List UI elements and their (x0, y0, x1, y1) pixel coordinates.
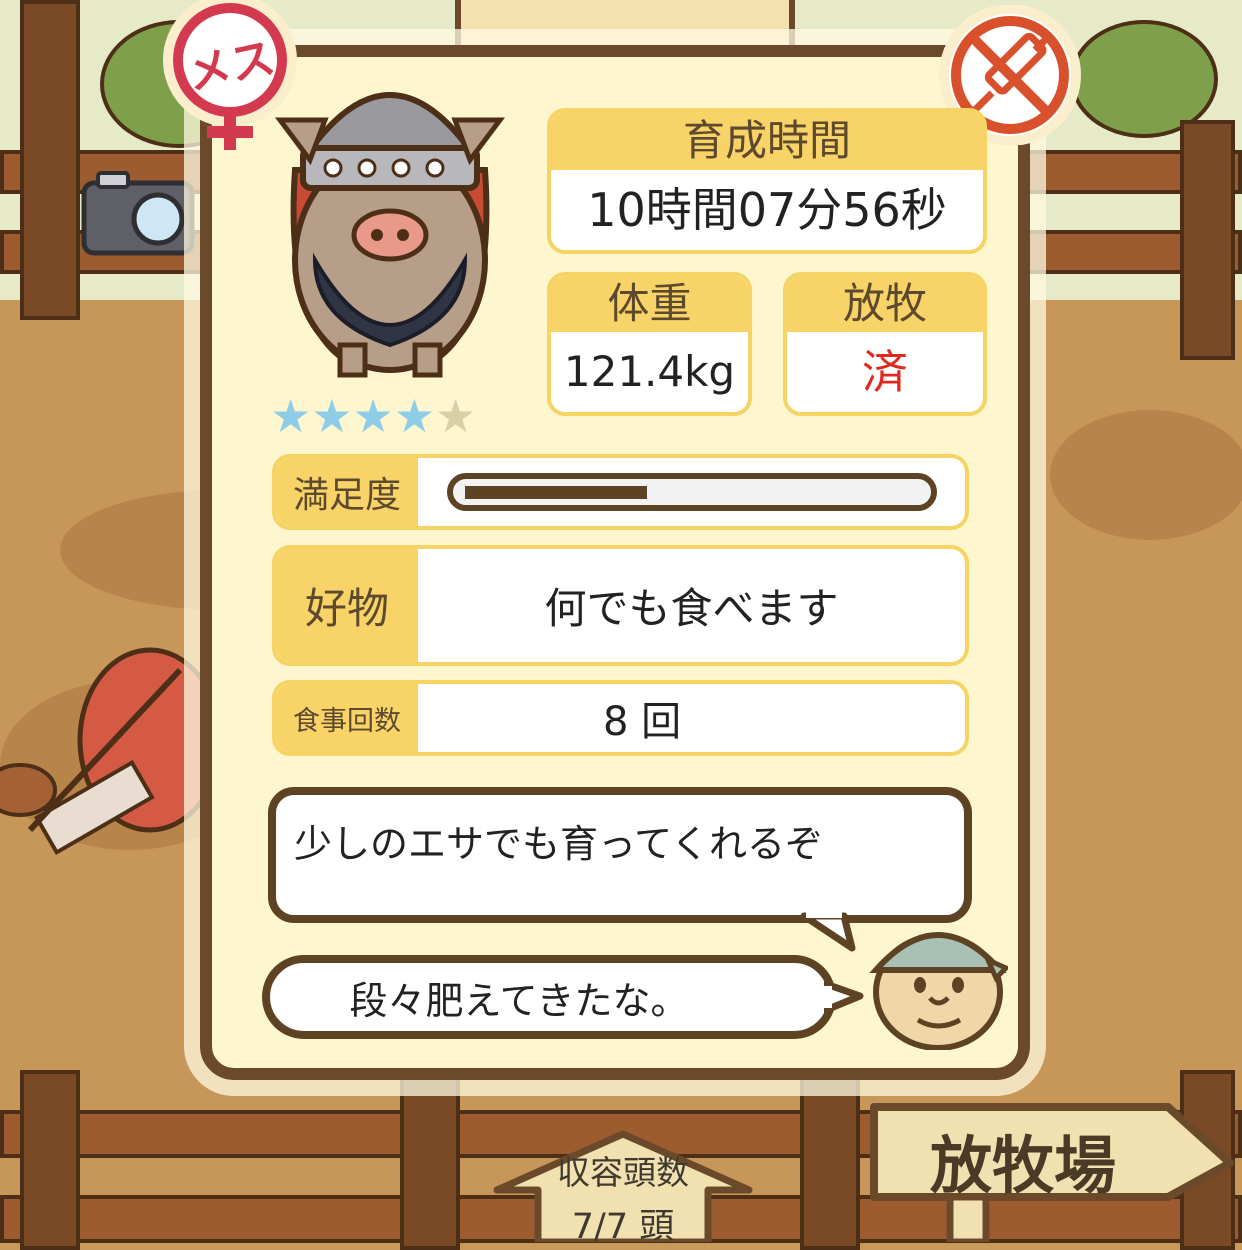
mud-patch (1050, 410, 1242, 540)
meal-count-row: 食事回数 8 回 (272, 680, 969, 756)
fence-post (400, 1070, 460, 1250)
satisfaction-meter (446, 473, 937, 511)
favorite-food-value: 何でも食べます (544, 584, 839, 633)
background-pig (0, 630, 223, 870)
pasture-button[interactable]: 放牧場 (868, 1095, 1242, 1246)
favorite-food-row: 好物 何でも食べます (272, 545, 969, 666)
weight-label: 体重 (551, 276, 748, 332)
fence-post (20, 1070, 80, 1250)
capacity-label: 収容頭数 (557, 1153, 689, 1192)
grazing-status-value: 済 (862, 345, 908, 399)
satisfaction-label: 満足度 (276, 458, 418, 526)
star-icon-filled: ★ (311, 389, 353, 443)
pig-speech-text: 段々肥えてきたな。 (349, 978, 689, 1023)
fence-post (20, 0, 80, 320)
farmer-speech-bubble: 少しのエサでも育ってくれるぞ (268, 787, 972, 923)
meal-count-value: 8 回 (603, 699, 682, 745)
grazing-label: 放牧 (787, 276, 983, 332)
star-icon-filled: ★ (393, 389, 435, 443)
weight-box: 体重 121.4kg (547, 272, 752, 416)
camera-icon[interactable] (78, 165, 198, 260)
farmer-speech-text: 少しのエサでも育ってくれるぞ (294, 822, 823, 866)
satisfaction-row: 満足度 (272, 454, 969, 530)
capacity-value: 7/7 頭 (571, 1207, 675, 1247)
fence-post (800, 1070, 860, 1250)
star-rating: ★ ★ ★ ★ ★ (270, 393, 520, 439)
star-icon-empty: ★ (435, 389, 477, 443)
favorite-food-label: 好物 (276, 549, 418, 662)
weight-value: 121.4kg (563, 347, 736, 396)
satisfaction-meter-fill (464, 486, 647, 499)
pasture-label: 放牧場 (929, 1129, 1116, 1202)
growth-time-label: 育成時間 (551, 112, 983, 170)
capacity-sign: 収容頭数 7/7 頭 (493, 1130, 753, 1247)
meal-count-label: 食事回数 (276, 684, 418, 752)
star-icon-filled: ★ (270, 389, 312, 443)
growth-time-box: 育成時間 10時間07分56秒 (547, 108, 987, 254)
farmer-bubble-tail (800, 912, 860, 952)
star-icon-filled: ★ (352, 389, 394, 443)
grazing-box: 放牧 済 (783, 272, 987, 416)
pig-speech-bubble: 段々肥えてきたな。 (262, 955, 836, 1039)
fence-post (1180, 120, 1235, 360)
growth-time-value: 10時間07分56秒 (587, 183, 947, 237)
farmer-avatar (868, 910, 1011, 1051)
pig-bubble-tail (822, 978, 864, 1018)
pig-portrait (255, 60, 525, 395)
